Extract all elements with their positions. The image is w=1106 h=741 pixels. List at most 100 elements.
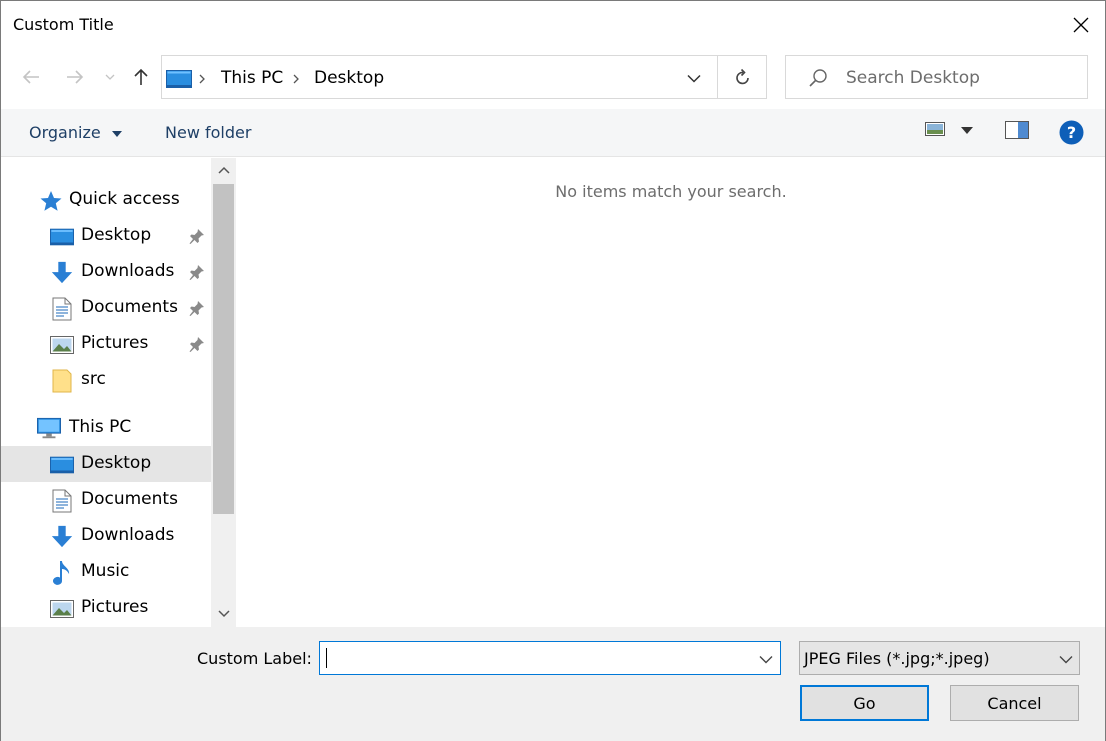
filetype-value: JPEG Files (*.jpg;*.jpeg): [804, 649, 990, 668]
this-pc-icon: [166, 69, 192, 93]
go-button[interactable]: Go: [800, 685, 929, 721]
help-icon: ?: [1059, 120, 1084, 145]
chevron-down-icon: [105, 74, 115, 80]
organize-button[interactable]: Organize: [29, 123, 122, 142]
window-title: Custom Title: [13, 15, 114, 34]
nav-quick-access[interactable]: Quick access: [1, 182, 211, 218]
filename-dropdown-button[interactable]: [756, 650, 776, 668]
chevron-up-icon: [218, 166, 230, 174]
help-button[interactable]: ?: [1059, 120, 1084, 145]
nav-label: Downloads: [81, 261, 175, 281]
text-caret: [326, 648, 327, 668]
nav-label: Documents: [81, 489, 178, 509]
downloads-icon: [50, 525, 74, 548]
nav-label: src: [81, 369, 106, 389]
back-button[interactable]: [17, 63, 45, 91]
close-button[interactable]: [1059, 5, 1103, 45]
nav-scrollbar[interactable]: [211, 158, 236, 627]
nav-label: Documents: [81, 297, 178, 317]
forward-arrow-icon: [67, 70, 84, 84]
scroll-thumb[interactable]: [213, 184, 234, 514]
address-bar[interactable]: This PC Desktop: [161, 55, 767, 99]
pictures-icon: [50, 334, 74, 356]
preview-pane-button[interactable]: [1005, 121, 1029, 139]
nav-label: Pictures: [81, 333, 149, 353]
filename-label: Custom Label:: [197, 649, 312, 668]
filetype-dropdown-button[interactable]: [1056, 650, 1076, 668]
chevron-right-icon: [198, 70, 206, 89]
scroll-down-button[interactable]: [216, 606, 232, 622]
change-view-button[interactable]: [925, 121, 945, 137]
nav-label: Desktop: [81, 225, 152, 245]
chevron-down-icon: [218, 610, 230, 618]
nav-label: Pictures: [81, 597, 149, 617]
address-divider: [717, 56, 718, 98]
command-bar: Organize New folder ?: [1, 109, 1105, 157]
nav-pc-pictures[interactable]: Pictures: [1, 590, 211, 626]
search-icon: [808, 68, 828, 92]
pin-icon: [189, 264, 205, 284]
downloads-icon: [50, 261, 74, 284]
file-list-pane[interactable]: No items match your search.: [237, 158, 1105, 627]
nav-quick-documents[interactable]: Documents: [1, 290, 211, 326]
pin-icon: [189, 336, 205, 356]
nav-label: Quick access: [69, 189, 180, 209]
nav-pc-music[interactable]: Music: [1, 554, 211, 590]
new-folder-button[interactable]: New folder: [165, 123, 251, 142]
empty-message: No items match your search.: [555, 182, 787, 201]
nav-quick-pictures[interactable]: Pictures: [1, 326, 211, 362]
pin-icon: [189, 300, 205, 320]
nav-quick-downloads[interactable]: Downloads: [1, 254, 211, 290]
close-icon: [1073, 17, 1089, 33]
documents-icon: [50, 297, 74, 321]
organize-label: Organize: [29, 123, 101, 142]
recent-locations-button[interactable]: [99, 63, 121, 91]
refresh-icon: [736, 68, 749, 85]
file-dialog: Custom Title This PC Desktop Search Desk…: [0, 0, 1106, 741]
search-box[interactable]: Search Desktop: [785, 55, 1088, 99]
filename-input[interactable]: [319, 641, 781, 675]
view-options-button[interactable]: [961, 127, 973, 134]
caret-down-icon: [961, 127, 973, 134]
breadcrumb-this-pc[interactable]: This PC: [221, 68, 283, 88]
chevron-down-icon: [687, 74, 701, 83]
this-pc-icon: [37, 417, 61, 440]
chevron-right-icon: [292, 70, 300, 89]
nav-label: Music: [81, 561, 130, 581]
nav-pc-documents[interactable]: Documents: [1, 482, 211, 518]
caret-down-icon: [111, 130, 122, 137]
back-arrow-icon: [22, 70, 39, 84]
desktop-icon: [50, 226, 74, 248]
nav-quick-desktop[interactable]: Desktop: [1, 218, 211, 254]
scroll-up-button[interactable]: [216, 162, 232, 178]
folder-icon: [50, 369, 74, 393]
quick-access-star-icon: [39, 190, 63, 212]
chevron-down-icon: [759, 655, 773, 663]
view-icon: [925, 122, 945, 136]
nav-label: Downloads: [81, 525, 175, 545]
nav-label: This PC: [69, 417, 132, 437]
bottom-panel: Custom Label: JPEG Files (*.jpg;*.jpeg) …: [1, 627, 1105, 741]
navigation-pane: Quick access Desktop Downloads Documents…: [1, 158, 237, 627]
documents-icon: [50, 489, 74, 513]
navigation-bar: This PC Desktop Search Desktop: [1, 49, 1105, 109]
chevron-down-icon: [1059, 655, 1073, 663]
pin-icon: [189, 228, 205, 248]
pictures-icon: [50, 598, 74, 620]
breadcrumb-desktop[interactable]: Desktop: [314, 68, 384, 88]
desktop-icon: [50, 454, 74, 476]
refresh-button[interactable]: [727, 64, 759, 90]
title-bar: Custom Title: [1, 1, 1105, 49]
nav-pc-downloads[interactable]: Downloads: [1, 518, 211, 554]
forward-button[interactable]: [61, 63, 89, 91]
nav-quick-src[interactable]: src: [1, 362, 211, 398]
up-button[interactable]: [127, 63, 155, 91]
filetype-select[interactable]: JPEG Files (*.jpg;*.jpeg): [799, 641, 1080, 675]
search-placeholder: Search Desktop: [846, 68, 980, 88]
nav-pc-desktop[interactable]: Desktop: [1, 446, 211, 482]
nav-this-pc[interactable]: This PC: [1, 410, 211, 446]
cancel-button[interactable]: Cancel: [950, 685, 1079, 721]
preview-pane-icon: [1005, 121, 1029, 139]
nav-label: Desktop: [81, 453, 152, 473]
address-dropdown-button[interactable]: [680, 66, 708, 90]
